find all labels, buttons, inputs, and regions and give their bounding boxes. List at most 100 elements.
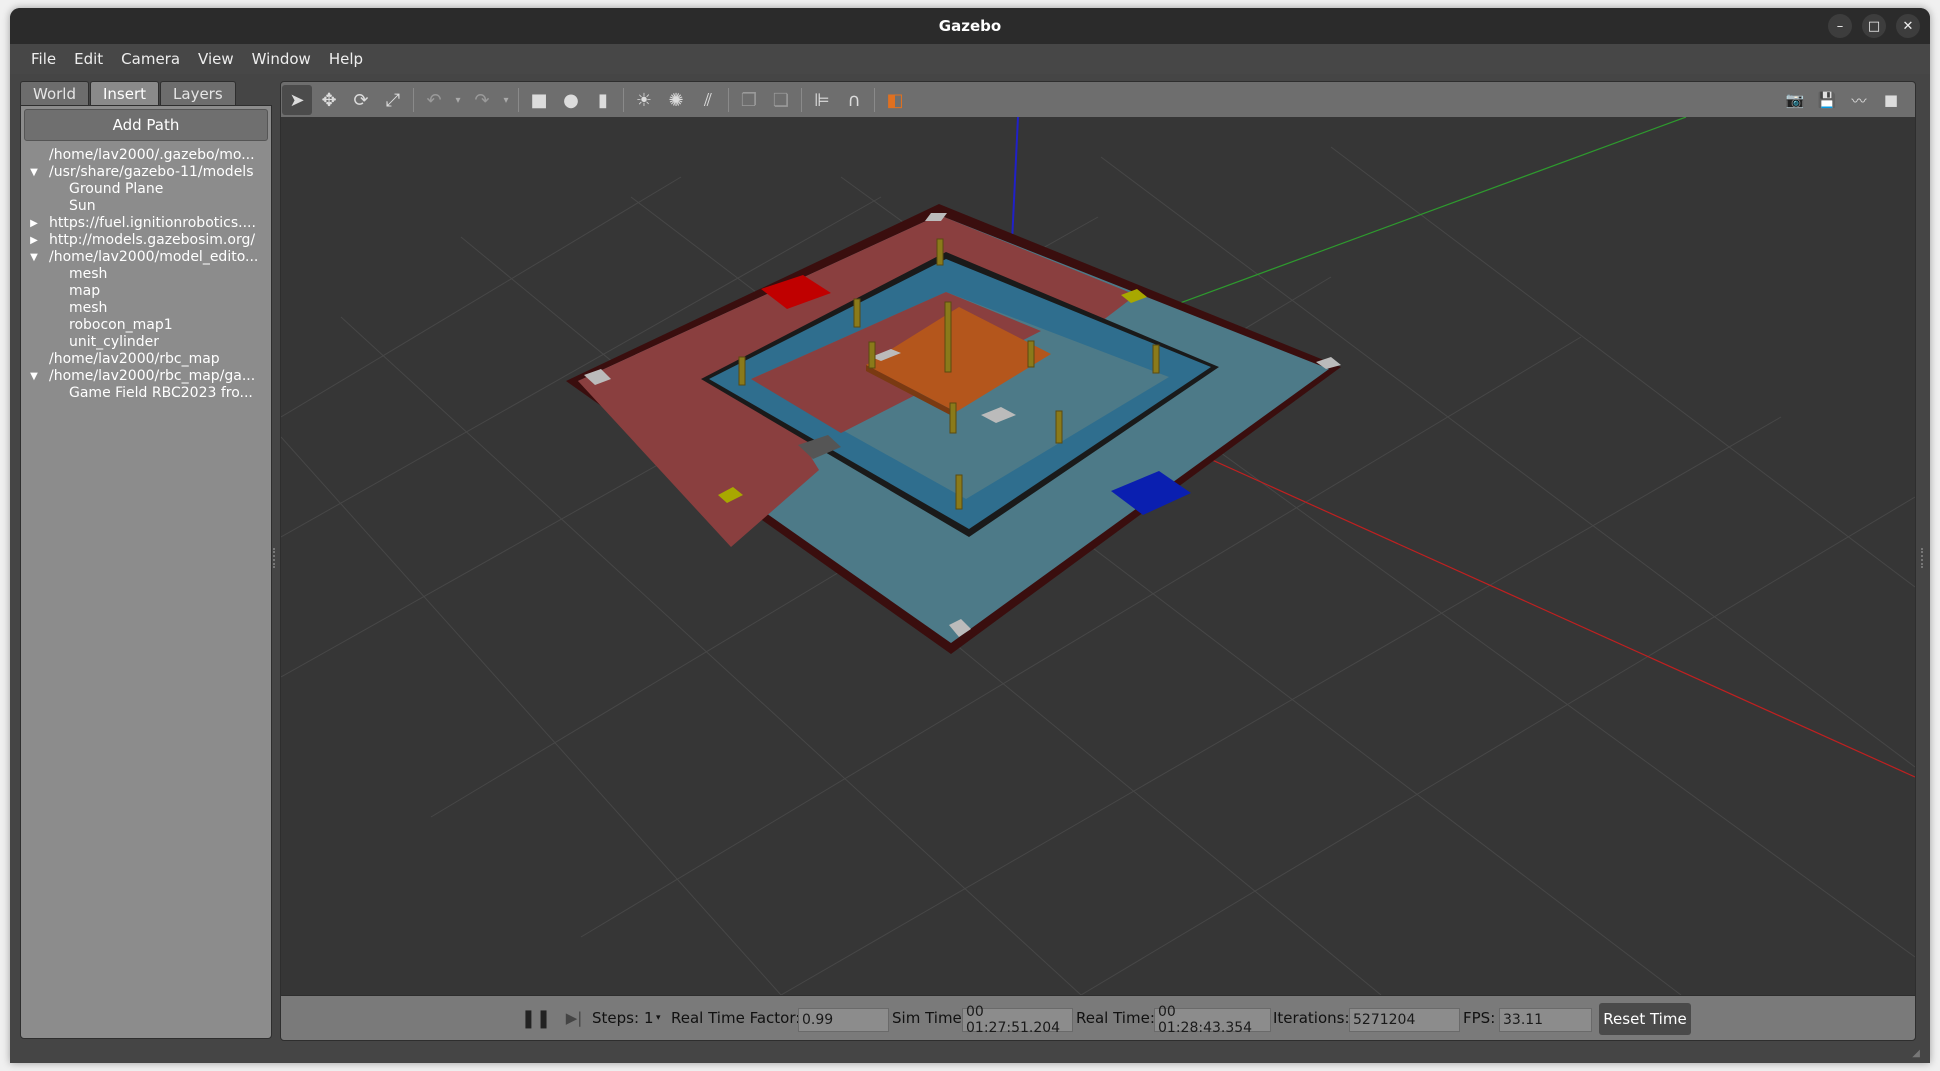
- tree-item[interactable]: unit_cylinder: [21, 334, 271, 351]
- close-button[interactable]: ✕: [1896, 14, 1920, 38]
- resize-grip[interactable]: ◢: [1912, 1048, 1920, 1059]
- align-icon[interactable]: ⊫: [807, 85, 837, 115]
- menu-view[interactable]: View: [189, 50, 243, 68]
- tree-item-label: mesh: [69, 300, 108, 316]
- screenshot-icon[interactable]: 📷: [1780, 85, 1810, 115]
- dropdown-arrow-icon[interactable]: ▾: [499, 85, 513, 115]
- log-icon[interactable]: 💾: [1812, 85, 1842, 115]
- sphere-shape-icon[interactable]: ●: [556, 85, 586, 115]
- expand-down-icon[interactable]: ▼: [27, 164, 41, 181]
- expand-down-icon[interactable]: ▼: [27, 249, 41, 266]
- rtf-label: Real Time Factor:: [671, 1009, 801, 1027]
- real-time-field: 00 01:28:43.354: [1154, 1004, 1271, 1036]
- tree-item-label: Ground Plane: [69, 181, 164, 197]
- rtf-field: 0.99: [798, 1008, 889, 1032]
- tree-item-label: https://fuel.ignitionrobotics....: [49, 215, 256, 231]
- tree-item-label: http://models.gazebosim.org/: [49, 232, 256, 248]
- toolbar-separator: [728, 88, 729, 112]
- expand-right-icon[interactable]: ▶: [27, 232, 41, 249]
- directional-light-icon[interactable]: ⫽: [693, 85, 723, 115]
- dropdown-arrow-icon[interactable]: ▾: [451, 85, 465, 115]
- expand-down-icon[interactable]: ▼: [27, 368, 41, 385]
- tree-item[interactable]: Ground Plane: [21, 181, 271, 198]
- steps-dropdown-icon[interactable]: ▾: [656, 996, 661, 1040]
- tree-item-label: /home/lav2000/rbc_map/ga...: [49, 368, 256, 384]
- cylinder-shape-icon[interactable]: ▮: [588, 85, 618, 115]
- tree-item[interactable]: /home/lav2000/.gazebo/mo...: [21, 147, 271, 164]
- tree-item[interactable]: Sun: [21, 198, 271, 215]
- pause-button[interactable]: ❚❚: [521, 1008, 551, 1029]
- snap-icon[interactable]: ∩: [839, 85, 869, 115]
- maximize-button[interactable]: □: [1862, 14, 1886, 38]
- left-panel: World Insert Layers Add Path /home/lav20…: [20, 81, 272, 1039]
- toolbar-separator: [874, 88, 875, 112]
- title-bar[interactable]: Gazebo – □ ✕: [10, 8, 1930, 44]
- scene-viewport[interactable]: [280, 117, 1916, 995]
- tree-item-label: /home/lav2000/rbc_map: [49, 351, 220, 367]
- tree-item[interactable]: ▶ https://fuel.ignitionrobotics....: [21, 215, 271, 232]
- tab-world[interactable]: World: [20, 81, 89, 106]
- real-time-label: Real Time:: [1076, 1009, 1155, 1027]
- fps-label: FPS:: [1463, 1009, 1496, 1027]
- post: [936, 238, 944, 266]
- video-record-icon[interactable]: ■: [1876, 85, 1906, 115]
- steps-value[interactable]: 1: [644, 996, 654, 1040]
- box-shape-icon[interactable]: ■: [524, 85, 554, 115]
- scale-icon[interactable]: ⤢: [378, 85, 408, 115]
- rotate-icon[interactable]: ⟳: [346, 85, 376, 115]
- plot-icon[interactable]: 〰: [1844, 85, 1874, 115]
- tree-item[interactable]: ▼ /home/lav2000/rbc_map/ga...: [21, 368, 271, 385]
- right-splitter-handle[interactable]: [1921, 548, 1926, 568]
- menu-window[interactable]: Window: [243, 50, 320, 68]
- select-icon[interactable]: ➤: [282, 85, 312, 115]
- menu-bar: File Edit Camera View Window Help: [10, 44, 1930, 74]
- menu-file[interactable]: File: [22, 50, 65, 68]
- post: [949, 402, 957, 434]
- tree-item[interactable]: Game Field RBC2023 fro...: [21, 385, 271, 402]
- translate-icon[interactable]: ✥: [314, 85, 344, 115]
- minimize-button[interactable]: –: [1828, 14, 1852, 38]
- tree-item[interactable]: robocon_map1: [21, 317, 271, 334]
- undo-icon[interactable]: ↶: [419, 85, 449, 115]
- tab-insert[interactable]: Insert: [90, 81, 160, 106]
- status-bar: ❚❚ ▶| Steps: 1 ▾ Real Time Factor: 0.99 …: [280, 995, 1916, 1041]
- window-title: Gazebo: [938, 17, 1002, 35]
- scene-canvas[interactable]: [281, 117, 1915, 995]
- sim-time-field: 00 01:27:51.204: [962, 1004, 1073, 1036]
- tree-item[interactable]: map: [21, 283, 271, 300]
- menu-help[interactable]: Help: [320, 50, 372, 68]
- tree-item[interactable]: ▶ http://models.gazebosim.org/: [21, 232, 271, 249]
- copy-icon[interactable]: ❐: [734, 85, 764, 115]
- tree-item-label: map: [69, 283, 101, 299]
- tree-item[interactable]: mesh: [21, 266, 271, 283]
- tree-item[interactable]: mesh: [21, 300, 271, 317]
- toolbar-right: 📷 💾 〰 ■: [1779, 85, 1907, 115]
- add-path-button[interactable]: Add Path: [24, 109, 268, 141]
- tree-item[interactable]: /home/lav2000/rbc_map: [21, 351, 271, 368]
- reset-time-button[interactable]: Reset Time: [1599, 1003, 1691, 1035]
- paste-icon[interactable]: ❏: [766, 85, 796, 115]
- expand-right-icon[interactable]: ▶: [27, 215, 41, 232]
- post: [738, 356, 746, 386]
- view-angle-icon[interactable]: ◧: [880, 85, 910, 115]
- toolbar-separator: [801, 88, 802, 112]
- post: [868, 341, 876, 369]
- spot-light-icon[interactable]: ✺: [661, 85, 691, 115]
- tree-item[interactable]: ▼ /usr/share/gazebo-11/models: [21, 164, 271, 181]
- toolbar-separator: [518, 88, 519, 112]
- post: [1027, 340, 1035, 368]
- steps-label: Steps:: [592, 1009, 640, 1027]
- toolbar-separator: [413, 88, 414, 112]
- menu-edit[interactable]: Edit: [65, 50, 112, 68]
- tree-item[interactable]: ▼ /home/lav2000/model_edito...: [21, 249, 271, 266]
- menu-camera[interactable]: Camera: [112, 50, 189, 68]
- tree-item-label: mesh: [69, 266, 108, 282]
- post: [1152, 344, 1160, 374]
- tab-layers[interactable]: Layers: [160, 81, 236, 106]
- point-light-icon[interactable]: ☀: [629, 85, 659, 115]
- step-button[interactable]: ▶|: [563, 1008, 585, 1028]
- redo-icon[interactable]: ↷: [467, 85, 497, 115]
- post: [944, 301, 952, 373]
- iterations-field: 5271204: [1349, 1008, 1460, 1032]
- left-splitter-handle[interactable]: [273, 548, 278, 568]
